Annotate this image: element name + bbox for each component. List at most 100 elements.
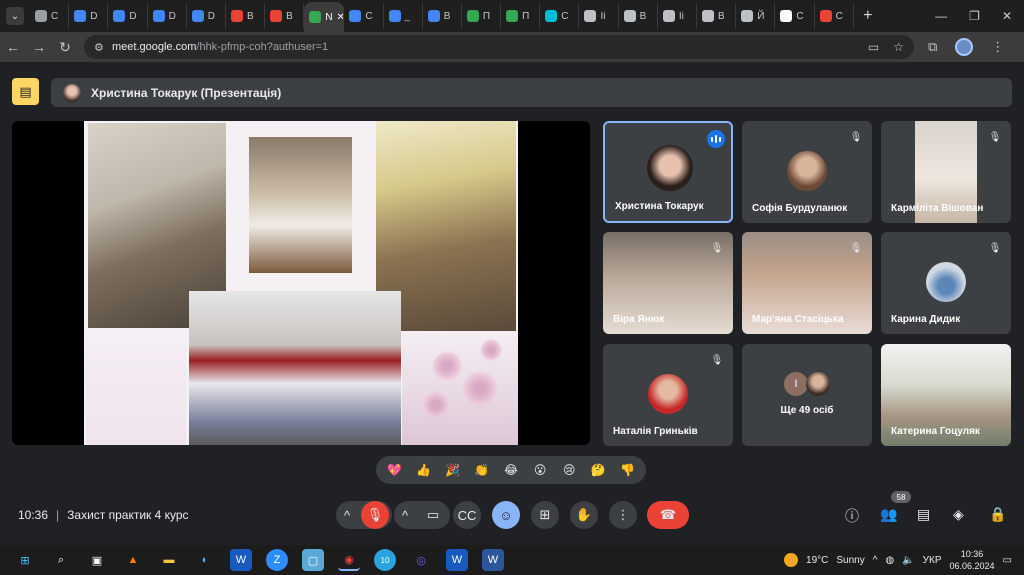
- people-icon[interactable]: 👥: [880, 506, 897, 523]
- participant-tile[interactable]: 🎙 Карміліта Вішован: [881, 121, 1011, 223]
- search-icon[interactable]: ⌕: [50, 549, 72, 571]
- windows-start-icon[interactable]: ⊞: [14, 549, 36, 571]
- browser-tab[interactable]: С: [815, 3, 854, 29]
- close-window-icon[interactable]: ✕: [1002, 9, 1012, 23]
- browser-tab[interactable]: П: [501, 3, 541, 29]
- browser-tab[interactable]: С: [30, 3, 70, 29]
- stop-presenting-icon[interactable]: ▤: [12, 78, 39, 105]
- url-host: meet.google.com: [112, 41, 197, 53]
- reaction-emoji-button[interactable]: 👏: [473, 461, 491, 479]
- mic-off-icon[interactable]: 🎙: [361, 501, 389, 529]
- reaction-emoji-button[interactable]: 😮: [531, 461, 549, 479]
- language-indicator[interactable]: УКР: [923, 555, 942, 566]
- word-icon[interactable]: W: [482, 549, 504, 571]
- profile-avatar[interactable]: [955, 38, 974, 56]
- minimize-icon[interactable]: —: [935, 9, 947, 23]
- browser-tab[interactable]: Й: [736, 3, 776, 29]
- restore-icon[interactable]: ❐: [969, 9, 980, 23]
- reaction-emoji-button[interactable]: 😢: [560, 461, 578, 479]
- site-info-icon[interactable]: ⚙: [94, 41, 112, 54]
- extensions-icon[interactable]: ⧉: [928, 39, 937, 55]
- participant-tile[interactable]: 🎙 Катерина Гоцуляк: [881, 344, 1011, 446]
- reaction-emoji-button[interactable]: 🎉: [444, 461, 462, 479]
- forward-icon[interactable]: →: [26, 39, 52, 55]
- network-icon[interactable]: ◍: [885, 555, 894, 566]
- browser-tab[interactable]: D: [69, 3, 109, 29]
- browser-tab[interactable]: Іі: [579, 3, 619, 29]
- tray-expand-icon[interactable]: ^: [873, 555, 878, 566]
- browser-tab[interactable]: D: [148, 3, 187, 29]
- participant-tile[interactable]: 🎙 Віра Янюк: [603, 232, 733, 334]
- presenter-title: Христина Токарук (Презентація): [91, 85, 282, 100]
- browser-tab[interactable]: С: [540, 3, 580, 29]
- meeting-info-separator: |: [56, 508, 60, 522]
- close-tab-icon[interactable]: ✕: [337, 12, 344, 23]
- captions-button[interactable]: CC: [453, 501, 481, 529]
- meeting-details-icon[interactable]: ⓘ: [845, 506, 859, 526]
- browser-tab[interactable]: N ✕: [304, 2, 345, 32]
- raise-hand-button[interactable]: ✋: [570, 501, 598, 529]
- zoom-icon[interactable]: Z: [266, 549, 288, 571]
- participant-tile[interactable]: Христина Токарук: [603, 121, 733, 223]
- camera-in-use-icon[interactable]: ▭: [868, 40, 879, 54]
- activities-icon[interactable]: ◈: [953, 506, 964, 523]
- reaction-emoji-button[interactable]: 😂: [502, 461, 520, 479]
- chrome-icon[interactable]: ◉: [338, 549, 360, 571]
- browser-tab[interactable]: В: [226, 3, 266, 29]
- more-options-button[interactable]: ⋮: [609, 501, 637, 529]
- browser-tab[interactable]: Іі: [658, 3, 697, 29]
- participant-tile[interactable]: 🎙 Карина Дидик: [881, 232, 1011, 334]
- tab-favicon-icon: [230, 10, 243, 22]
- new-tab-button[interactable]: +: [858, 7, 878, 25]
- leave-call-button[interactable]: ☎: [647, 501, 689, 529]
- camera-options-chevron-icon[interactable]: ^: [402, 508, 408, 523]
- browser-tab[interactable]: В: [423, 3, 462, 29]
- back-icon[interactable]: ←: [0, 39, 26, 55]
- mic-options-chevron-icon[interactable]: ^: [344, 508, 350, 523]
- url-input[interactable]: ⚙ meet.google.com /hhk-pfmp-coh?authuser…: [84, 35, 914, 59]
- task-view-icon[interactable]: ▣: [86, 549, 108, 571]
- reload-icon[interactable]: ↻: [52, 39, 78, 56]
- volume-icon[interactable]: 🔈: [902, 555, 914, 566]
- app-w-icon[interactable]: W: [230, 549, 252, 571]
- participant-tile[interactable]: 🎙 Наталія Гриньків: [603, 344, 733, 446]
- present-screen-button[interactable]: ⊞: [531, 501, 559, 529]
- app-w2-icon[interactable]: W: [446, 549, 468, 571]
- participant-tile[interactable]: 🎙 Софія Бурдуланюк: [742, 121, 872, 223]
- browser-tab[interactable]: _: [384, 3, 423, 29]
- reaction-emoji-button[interactable]: 👍: [415, 461, 433, 479]
- browser-tab[interactable]: D: [187, 3, 226, 29]
- bookmark-star-icon[interactable]: ☆: [893, 40, 904, 54]
- url-path: /hhk-pfmp-coh?authuser=1: [196, 41, 329, 53]
- camera-icon[interactable]: ▭: [419, 501, 447, 529]
- browser-tab[interactable]: С: [344, 3, 384, 29]
- chat-icon[interactable]: ▤: [917, 506, 930, 523]
- photos-icon[interactable]: ▢: [302, 549, 324, 571]
- browser-tab[interactable]: В: [619, 3, 658, 29]
- edge-icon[interactable]: ◐: [194, 549, 216, 571]
- participant-tile[interactable]: І Ще 49 осіб: [742, 344, 872, 446]
- participant-tile[interactable]: 🎙 Мар'яна Стасіцька: [742, 232, 872, 334]
- menu-dots-icon[interactable]: ⋮: [991, 39, 1004, 55]
- tab-label: В: [639, 10, 647, 22]
- browser-tab[interactable]: В: [697, 3, 737, 29]
- weather-temp[interactable]: 19°C: [806, 555, 828, 566]
- browser-tab[interactable]: П: [462, 3, 502, 29]
- vlc-icon[interactable]: ▲: [122, 549, 144, 571]
- file-explorer-icon[interactable]: ▬: [158, 549, 180, 571]
- viber-icon[interactable]: ◎: [410, 549, 432, 571]
- browser-tab[interactable]: D: [108, 3, 148, 29]
- tab-search-button[interactable]: ⌄: [6, 7, 24, 25]
- reaction-emoji-button[interactable]: 👎: [618, 461, 636, 479]
- reaction-emoji-button[interactable]: 💖: [386, 461, 404, 479]
- reaction-emoji-button[interactable]: 🤔: [589, 461, 607, 479]
- host-controls-icon[interactable]: 🔒: [989, 506, 1006, 523]
- taskbar-clock[interactable]: 10:36 06.06.2024: [950, 548, 995, 572]
- browser-tab[interactable]: С: [775, 3, 815, 29]
- telegram-icon[interactable]: 10: [374, 549, 396, 571]
- browser-tab[interactable]: В: [265, 3, 305, 29]
- weather-desc[interactable]: Sunny: [836, 555, 864, 566]
- notifications-icon[interactable]: ▭: [1003, 555, 1012, 566]
- presentation-stage[interactable]: [12, 121, 590, 445]
- emoji-reactions-button[interactable]: ☺: [492, 501, 520, 529]
